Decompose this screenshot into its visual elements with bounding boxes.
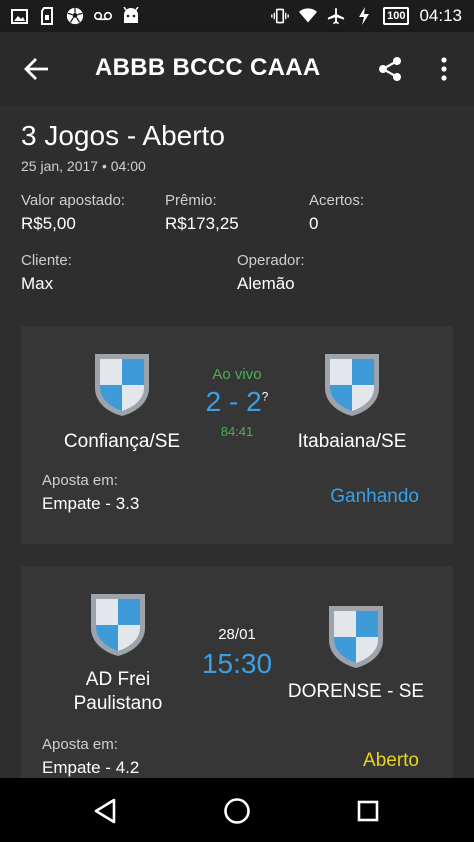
bet-details: 3 Jogos - Aberto 25 jan, 2017 • 04:00 Va… xyxy=(0,106,474,778)
nav-home-icon[interactable] xyxy=(223,797,251,825)
operador-label: Operador: xyxy=(237,252,305,269)
bet-datetime: 25 jan, 2017 • 04:00 xyxy=(21,158,146,174)
home-team-shield-icon xyxy=(91,594,145,656)
image-icon xyxy=(10,7,28,25)
navigation-bar xyxy=(0,778,474,842)
bet-title: 3 Jogos - Aberto xyxy=(21,120,225,151)
match-date: 28/01 xyxy=(218,626,256,643)
app-bar: ABBB BCCC CAAA xyxy=(0,32,474,106)
aposta-label: Aposta em: xyxy=(42,472,118,489)
aposta-value: Empate - 4.2 xyxy=(42,758,140,777)
home-team-name: Confiança/SE xyxy=(63,431,181,452)
acertos-value: 0 xyxy=(309,214,319,233)
premio-label: Prêmio: xyxy=(165,192,217,209)
airplane-icon xyxy=(327,7,345,25)
status-right-icons: 100 04:13 xyxy=(271,6,474,26)
away-team-shield-icon xyxy=(329,606,383,668)
charging-icon xyxy=(355,7,373,25)
acertos-label: Acertos: xyxy=(309,192,365,209)
cliente-label: Cliente: xyxy=(21,252,72,269)
game-card[interactable]: Ao vivo 2 - 2? 84:41 Confiança/SE Itabai… xyxy=(21,326,453,544)
away-team-name: DORENSE - SE xyxy=(287,681,425,702)
sim-icon xyxy=(38,7,56,25)
live-score: 2 - 2? xyxy=(205,386,269,417)
arrow-back-icon[interactable] xyxy=(24,56,50,82)
soccer-ball-icon xyxy=(66,7,84,25)
aposta-label: Aposta em: xyxy=(42,736,118,753)
status-time: 04:13 xyxy=(419,6,462,25)
cliente-value: Max xyxy=(21,274,54,293)
game-result-status: Ganhando xyxy=(330,486,419,507)
nav-recents-icon[interactable] xyxy=(357,800,379,822)
premio-value: R$173,25 xyxy=(165,214,239,233)
home-team-shield-icon xyxy=(95,354,149,416)
valor-value: R$5,00 xyxy=(21,214,76,233)
away-team-shield-icon xyxy=(325,354,379,416)
score-question-mark: ? xyxy=(261,389,269,404)
more-vert-icon[interactable] xyxy=(434,56,454,82)
share-icon[interactable] xyxy=(377,56,403,82)
status-left-icons xyxy=(0,7,140,25)
battery-indicator: 100 xyxy=(383,7,410,25)
app-title: ABBB BCCC CAAA xyxy=(95,54,321,81)
game-card[interactable]: 28/01 15:30 AD Frei Paulistano DORENSE -… xyxy=(21,566,453,778)
operador-value: Alemão xyxy=(237,274,295,293)
nav-back-icon[interactable] xyxy=(93,798,117,824)
wifi-icon xyxy=(299,7,318,25)
status-bar: 100 04:13 xyxy=(0,0,474,32)
live-status: Ao vivo xyxy=(212,366,262,383)
voicemail-icon xyxy=(94,7,112,25)
home-team-name-line2: Paulistano xyxy=(73,693,163,714)
valor-label: Valor apostado: xyxy=(21,192,125,209)
game-result-status: Aberto xyxy=(363,750,419,771)
vibrate-icon xyxy=(271,7,289,25)
home-team-name: AD Frei Paulistano xyxy=(28,668,208,716)
aposta-value: Empate - 3.3 xyxy=(42,494,140,513)
android-icon xyxy=(122,7,140,25)
away-team-name: Itabaiana/SE xyxy=(297,431,407,452)
home-team-name-line1: AD Frei xyxy=(85,669,151,690)
